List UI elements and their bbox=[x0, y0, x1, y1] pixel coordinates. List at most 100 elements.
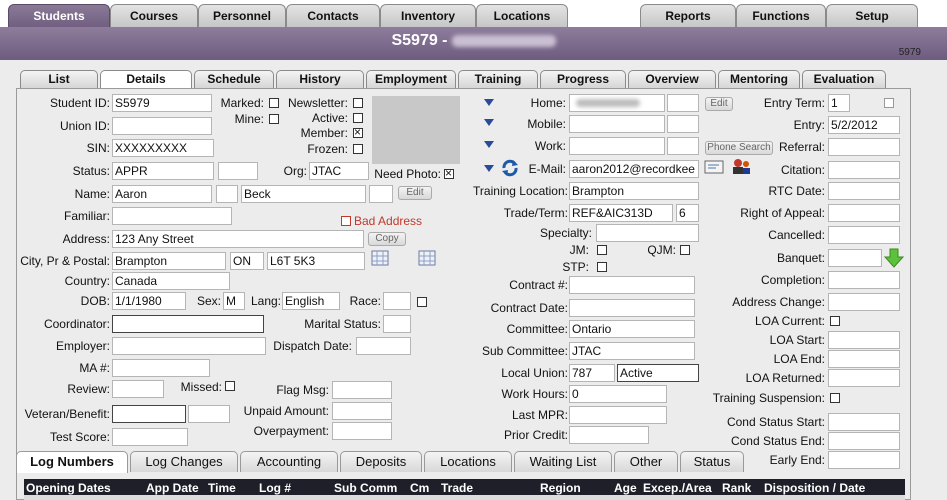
column-header[interactable]: Log # bbox=[259, 481, 291, 495]
tab-history[interactable]: History bbox=[276, 70, 364, 88]
veteran-benefit-extra-field[interactable] bbox=[188, 405, 230, 423]
contract-number-field[interactable] bbox=[569, 276, 695, 294]
home-dropdown-icon[interactable] bbox=[484, 99, 494, 106]
tab-training[interactable]: Training bbox=[458, 70, 538, 88]
tab-details[interactable]: Details bbox=[100, 70, 192, 89]
entry-term-field[interactable]: 1 bbox=[828, 94, 850, 112]
employer-field[interactable] bbox=[112, 337, 266, 355]
column-header[interactable]: Rank bbox=[722, 481, 751, 495]
name-edit-button[interactable]: Edit bbox=[398, 186, 432, 200]
cond-status-start-field[interactable] bbox=[828, 413, 900, 431]
map-icon[interactable] bbox=[371, 250, 389, 266]
column-header[interactable]: App Date bbox=[146, 481, 199, 495]
postal-field[interactable]: L6T 5K3 bbox=[267, 252, 365, 270]
active-checkbox[interactable] bbox=[353, 113, 363, 123]
tab-other[interactable]: Other bbox=[614, 451, 678, 472]
green-arrow-down-icon[interactable] bbox=[884, 248, 904, 268]
country-field[interactable]: Canada bbox=[112, 272, 230, 290]
province-field[interactable]: ON bbox=[230, 252, 264, 270]
status-field[interactable]: APPR bbox=[112, 162, 214, 180]
local-union-field[interactable]: 787 bbox=[569, 364, 615, 382]
table-row[interactable] bbox=[24, 495, 905, 500]
cond-status-end-field[interactable] bbox=[828, 432, 900, 450]
column-header[interactable]: Region bbox=[540, 481, 581, 495]
status-extra-field[interactable] bbox=[218, 162, 258, 180]
contract-date-field[interactable] bbox=[569, 299, 695, 317]
tab-log-changes[interactable]: Log Changes bbox=[130, 451, 238, 472]
tab-list[interactable]: List bbox=[20, 70, 98, 88]
frozen-checkbox[interactable] bbox=[353, 144, 363, 154]
top-tab-setup[interactable]: Setup bbox=[826, 4, 918, 27]
top-tab-reports[interactable]: Reports bbox=[640, 4, 736, 27]
familiar-field[interactable] bbox=[112, 207, 232, 225]
column-header[interactable]: Cm bbox=[410, 481, 429, 495]
tab-locations[interactable]: Locations bbox=[424, 451, 512, 472]
org-field[interactable]: JTAC bbox=[309, 162, 369, 180]
top-tab-contacts[interactable]: Contacts bbox=[286, 4, 380, 27]
tab-log-numbers[interactable]: Log Numbers bbox=[16, 451, 128, 473]
city-field[interactable]: Brampton bbox=[112, 252, 226, 270]
training-location-field[interactable]: Brampton bbox=[569, 182, 699, 200]
middle-name-field[interactable] bbox=[216, 185, 238, 203]
prior-credit-field[interactable] bbox=[569, 426, 649, 444]
missed-checkbox[interactable] bbox=[225, 381, 235, 391]
home-ext-field[interactable] bbox=[667, 94, 699, 112]
top-tab-functions[interactable]: Functions bbox=[736, 4, 826, 27]
referral-field[interactable] bbox=[828, 138, 900, 156]
top-tab-courses[interactable]: Courses bbox=[110, 4, 198, 27]
address-copy-button[interactable]: Copy bbox=[368, 232, 406, 246]
local-union-status-select[interactable]: Active bbox=[617, 364, 699, 382]
mine-checkbox[interactable] bbox=[269, 114, 279, 124]
sin-field[interactable]: XXXXXXXXX bbox=[112, 139, 214, 157]
tab-overview[interactable]: Overview bbox=[628, 70, 716, 88]
last-mpr-field[interactable] bbox=[569, 406, 667, 424]
bad-address-checkbox[interactable] bbox=[341, 216, 351, 226]
column-header[interactable]: Time bbox=[208, 481, 236, 495]
specialty-field[interactable] bbox=[596, 224, 699, 242]
mobile-phone-field[interactable] bbox=[569, 115, 665, 133]
sub-committee-field[interactable]: JTAC bbox=[569, 342, 695, 360]
marital-status-field[interactable] bbox=[383, 315, 411, 333]
newsletter-checkbox[interactable] bbox=[353, 98, 363, 108]
overpayment-field[interactable] bbox=[332, 422, 392, 440]
phone-edit-button[interactable]: Edit bbox=[705, 97, 733, 111]
veteran-benefit-select[interactable] bbox=[112, 405, 186, 423]
column-header[interactable]: Trade bbox=[441, 481, 473, 495]
jm-checkbox[interactable] bbox=[597, 245, 607, 255]
tab-employment[interactable]: Employment bbox=[366, 70, 456, 88]
last-name-field[interactable]: Beck bbox=[241, 185, 366, 203]
qjm-checkbox[interactable] bbox=[680, 245, 690, 255]
column-header[interactable]: Opening Dates bbox=[26, 481, 111, 495]
column-header[interactable]: Excep./Area bbox=[643, 481, 712, 495]
dob-field[interactable]: 1/1/1980 bbox=[112, 292, 186, 310]
loa-returned-field[interactable] bbox=[828, 369, 900, 387]
top-tab-locations[interactable]: Locations bbox=[476, 4, 568, 27]
dispatch-date-field[interactable] bbox=[356, 337, 411, 355]
home-phone-field[interactable] bbox=[569, 94, 665, 112]
tab-waiting-list[interactable]: Waiting List bbox=[514, 451, 612, 472]
tab-status[interactable]: Status bbox=[680, 451, 744, 472]
completion-field[interactable] bbox=[828, 271, 900, 289]
tab-deposits[interactable]: Deposits bbox=[340, 451, 422, 472]
work-hours-field[interactable]: 0 bbox=[569, 385, 667, 403]
coordinator-select[interactable] bbox=[112, 315, 264, 333]
phone-search-button[interactable]: Phone Search bbox=[705, 141, 773, 155]
contacts-icon[interactable] bbox=[730, 157, 752, 175]
early-end-field[interactable] bbox=[828, 451, 900, 469]
entry-field[interactable]: 5/2/2012 bbox=[828, 116, 900, 134]
loa-start-field[interactable] bbox=[828, 331, 900, 349]
term-field[interactable]: 6 bbox=[676, 204, 699, 222]
student-id-field[interactable]: S5979 bbox=[112, 94, 212, 112]
ma-field[interactable] bbox=[112, 359, 210, 377]
review-field[interactable] bbox=[112, 380, 164, 398]
loa-current-checkbox[interactable] bbox=[830, 316, 840, 326]
tab-evaluation[interactable]: Evaluation bbox=[802, 70, 886, 88]
work-phone-field[interactable] bbox=[569, 137, 665, 155]
map-lookup-icon[interactable] bbox=[418, 250, 436, 266]
mobile-ext-field[interactable] bbox=[667, 115, 699, 133]
trade-field[interactable]: REF&AIC313D bbox=[569, 204, 673, 222]
top-tab-personnel[interactable]: Personnel bbox=[198, 4, 286, 27]
race-checkbox[interactable] bbox=[417, 297, 427, 307]
tab-mentoring[interactable]: Mentoring bbox=[718, 70, 800, 88]
right-of-appeal-field[interactable] bbox=[828, 204, 900, 222]
